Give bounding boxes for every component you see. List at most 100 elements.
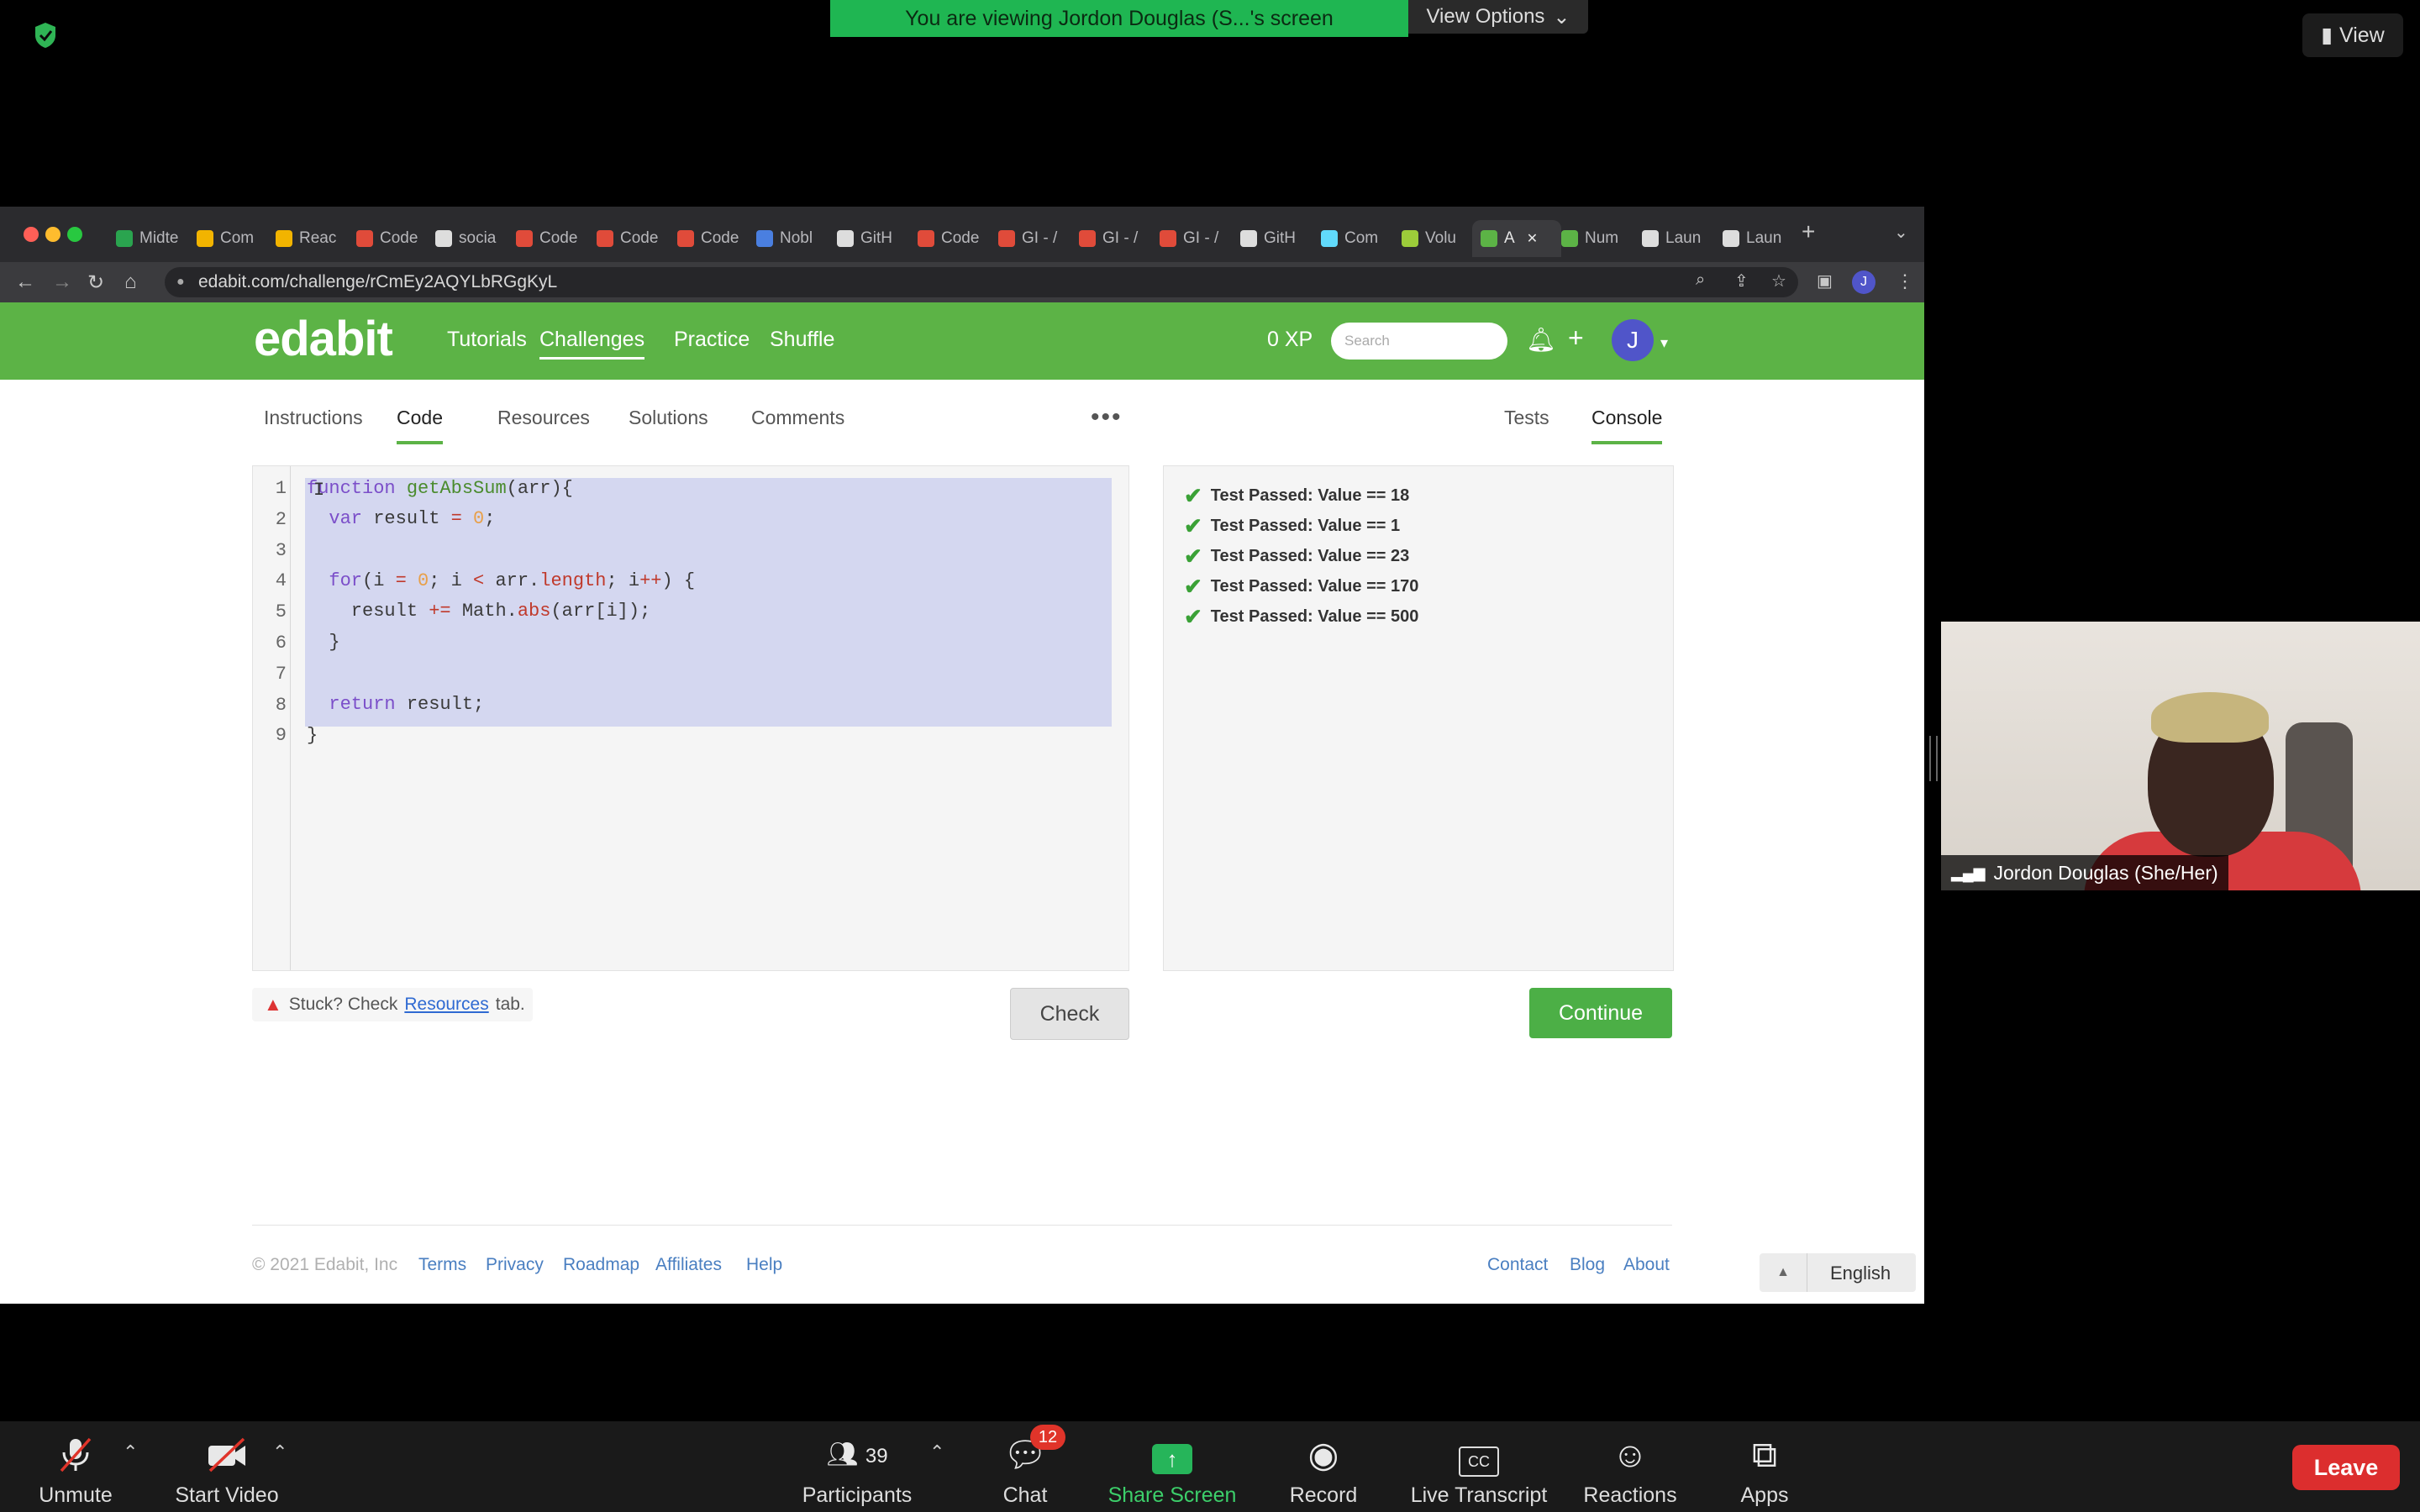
tab-console[interactable]: Console xyxy=(1591,407,1663,444)
browser-tab[interactable]: GitH xyxy=(1232,220,1318,257)
avatar[interactable]: J xyxy=(1612,319,1654,361)
footer-contact-link[interactable]: Contact xyxy=(1487,1255,1548,1275)
browser-tab[interactable]: GitH xyxy=(829,220,914,257)
tab-comments[interactable]: Comments xyxy=(751,407,844,441)
close-window-button[interactable] xyxy=(24,227,39,242)
video-options-chevron-icon[interactable]: ⌃ xyxy=(272,1441,287,1463)
browser-tab[interactable]: socia xyxy=(427,220,513,257)
browser-tab[interactable]: Midte xyxy=(108,220,193,257)
footer-help-link[interactable]: Help xyxy=(746,1255,782,1275)
live-transcript-button[interactable]: CC Live Transcript xyxy=(1403,1433,1555,1508)
footer-privacy-link[interactable]: Privacy xyxy=(486,1255,544,1275)
browser-tab[interactable]: Laun xyxy=(1714,220,1800,257)
nav-tutorials[interactable]: Tutorials xyxy=(447,328,527,352)
tab-tests[interactable]: Tests xyxy=(1504,407,1549,441)
code-editor[interactable]: 1 2 3 4 5 6 7 8 9 function getAbsSum(arr){ var r… xyxy=(252,465,1129,971)
browser-tab[interactable]: A ✕ xyxy=(1472,220,1561,257)
participants-count: 39 xyxy=(865,1445,888,1467)
participants-options-chevron-icon[interactable]: ⌃ xyxy=(929,1441,944,1463)
footer-roadmap-link[interactable]: Roadmap xyxy=(563,1255,639,1275)
browser-tab[interactable]: GI - / xyxy=(1151,220,1237,257)
browser-tab[interactable]: Com xyxy=(1313,220,1398,257)
start-video-button[interactable]: Start Video xyxy=(168,1433,286,1508)
plus-icon[interactable]: + xyxy=(1568,323,1584,354)
bookmark-star-icon[interactable]: ☆ xyxy=(1771,270,1786,291)
footer-about-link[interactable]: About xyxy=(1623,1255,1670,1275)
bell-icon[interactable]: 🔔︎ xyxy=(1526,326,1556,354)
search-input[interactable]: Search xyxy=(1331,323,1507,360)
browser-tab[interactable]: Volu xyxy=(1393,220,1479,257)
home-icon[interactable]: ⌂ xyxy=(124,270,137,294)
shield-icon[interactable] xyxy=(34,22,57,49)
maximize-window-button[interactable] xyxy=(67,227,82,242)
tab-label: Code xyxy=(380,229,418,247)
leave-button[interactable]: Leave xyxy=(2292,1445,2400,1490)
stuck-hint: ▲ Stuck? Check Resources tab. xyxy=(252,988,533,1021)
minimize-window-button[interactable] xyxy=(45,227,60,242)
tab-code[interactable]: Code xyxy=(397,407,443,444)
participant-name-tag: ▂▄▆ Jordon Douglas (She/Her) xyxy=(1941,855,2228,890)
address-bar[interactable]: ● edabit.com/challenge/rCmEy2AQYLbRGgKyL xyxy=(165,267,1798,297)
tab-label: GI - / xyxy=(1183,229,1219,247)
footer-blog-link[interactable]: Blog xyxy=(1570,1255,1605,1275)
footer-terms-link[interactable]: Terms xyxy=(418,1255,466,1275)
back-icon[interactable]: ← xyxy=(15,270,35,294)
browser-tab[interactable]: Reac xyxy=(267,220,353,257)
resources-link[interactable]: Resources xyxy=(404,995,488,1015)
browser-tab[interactable]: GI - / xyxy=(990,220,1076,257)
nav-practice[interactable]: Practice xyxy=(674,328,750,352)
tab-label: Com xyxy=(220,229,255,247)
participant-video[interactable]: ▂▄▆ Jordon Douglas (She/Her) xyxy=(1941,622,2420,890)
menu-icon[interactable]: ⋮ xyxy=(1896,270,1914,292)
browser-tab[interactable]: Nobl xyxy=(748,220,834,257)
participants-button[interactable]: 👥︎ 39 Participants xyxy=(798,1433,916,1508)
avatar-caret-icon[interactable]: ▾ xyxy=(1660,334,1668,352)
tab-resources[interactable]: Resources xyxy=(497,407,590,441)
video-person xyxy=(2151,692,2269,743)
share-screen-button[interactable]: ↑ Share Screen xyxy=(1101,1433,1244,1508)
zoom-icon[interactable]: ⌕ xyxy=(1696,270,1705,290)
view-button[interactable]: ▮ View xyxy=(2302,13,2403,57)
record-button[interactable]: ◉ Record xyxy=(1277,1433,1370,1508)
browser-tab[interactable]: GI - / xyxy=(1071,220,1156,257)
forward-icon[interactable]: → xyxy=(52,270,72,294)
tab-favicon-icon xyxy=(756,230,773,247)
close-tab-icon[interactable]: ✕ xyxy=(1527,230,1538,247)
more-options-icon[interactable]: ••• xyxy=(1091,403,1123,432)
new-tab-button[interactable]: + xyxy=(1802,218,1815,245)
tab-favicon-icon xyxy=(597,230,613,247)
browser-tab[interactable]: Laun xyxy=(1634,220,1719,257)
reactions-button[interactable]: ☺ Reactions xyxy=(1580,1433,1681,1508)
line-number: 4 xyxy=(275,570,287,592)
profile-avatar[interactable]: J xyxy=(1852,270,1876,294)
browser-tab[interactable]: Num xyxy=(1553,220,1639,257)
nav-shuffle[interactable]: Shuffle xyxy=(770,328,834,352)
participants-icon: 👥︎ xyxy=(826,1441,859,1468)
nav-challenges[interactable]: Challenges xyxy=(539,328,645,360)
continue-button[interactable]: Continue xyxy=(1529,988,1672,1038)
browser-tab[interactable]: Code xyxy=(669,220,755,257)
share-icon[interactable]: ⇪ xyxy=(1734,270,1749,291)
browser-tab[interactable]: Code xyxy=(588,220,674,257)
footer-affiliates-link[interactable]: Affiliates xyxy=(655,1255,722,1275)
audio-options-chevron-icon[interactable]: ⌃ xyxy=(123,1441,138,1463)
browser-tab[interactable]: Code xyxy=(909,220,995,257)
test-result: ✔ Test Passed: Value == 170 xyxy=(1184,574,1419,599)
sidebar-icon[interactable]: ▣ xyxy=(1817,270,1833,291)
tab-favicon-icon xyxy=(197,230,213,247)
resize-handle[interactable] xyxy=(1929,736,1938,781)
browser-tab[interactable]: Com xyxy=(188,220,274,257)
xp-counter: 0 XP xyxy=(1267,328,1313,351)
edabit-logo[interactable]: edabit xyxy=(254,311,393,367)
browser-tab[interactable]: Code xyxy=(508,220,593,257)
view-options-button[interactable]: View Options ⌄ xyxy=(1408,0,1588,34)
language-selector[interactable]: ▲ English xyxy=(1760,1253,1916,1292)
check-button[interactable]: Check xyxy=(1010,988,1129,1040)
apps-button[interactable]: ⧉ Apps xyxy=(1731,1433,1798,1508)
unmute-button[interactable]: Unmute xyxy=(34,1433,118,1508)
tab-instructions[interactable]: Instructions xyxy=(264,407,363,441)
tab-list-chevron-icon[interactable]: ⌄ xyxy=(1894,222,1908,243)
reload-icon[interactable]: ↻ xyxy=(87,270,104,295)
tab-solutions[interactable]: Solutions xyxy=(629,407,708,441)
browser-tab[interactable]: Code xyxy=(348,220,434,257)
